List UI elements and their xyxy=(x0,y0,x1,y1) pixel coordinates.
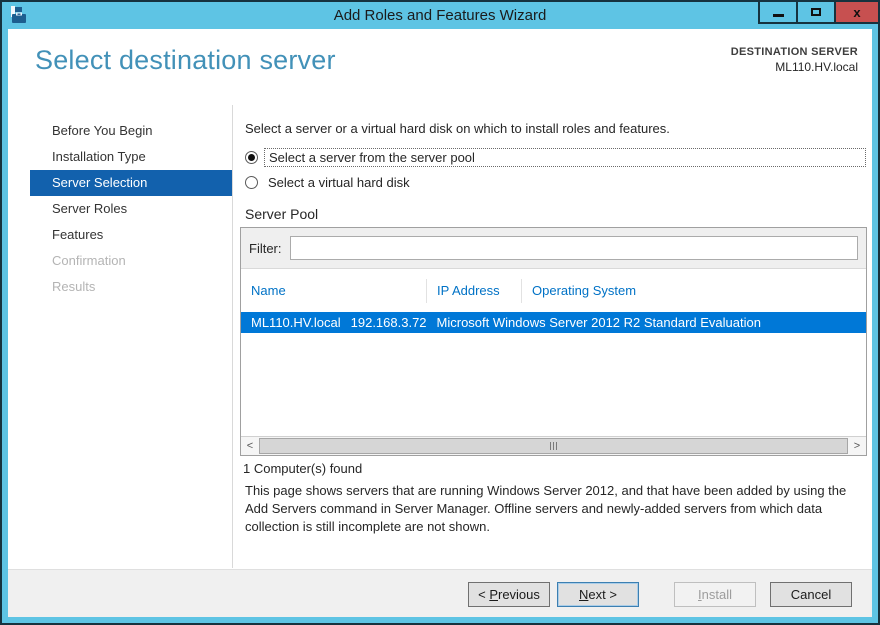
radio-selected-icon[interactable] xyxy=(245,150,258,164)
server-table-header: Name IP Address Operating System xyxy=(241,269,866,312)
server-name-cell: ML110.HV.local xyxy=(251,315,341,330)
minimize-icon xyxy=(772,13,784,17)
column-header-operating-system[interactable]: Operating System xyxy=(521,278,866,303)
scroll-right-icon: > xyxy=(853,440,861,452)
filter-label: Filter: xyxy=(249,240,282,256)
wizard-steps-nav: Before You Begin Installation Type Serve… xyxy=(8,118,232,300)
minimize-button[interactable] xyxy=(758,2,796,24)
maximize-icon xyxy=(811,8,821,16)
wizard-body: Select destination server DESTINATION SE… xyxy=(8,29,872,617)
destination-server-block: DESTINATION SERVER ML110.HV.local xyxy=(731,46,858,74)
next-button[interactable]: Next > xyxy=(557,582,639,607)
scroll-left-icon: < xyxy=(246,440,254,452)
server-ip-cell: 192.168.3.72 xyxy=(350,315,427,330)
sidebar-separator xyxy=(232,105,233,568)
sidebar-item-server-selection[interactable]: Server Selection xyxy=(30,170,232,196)
page-description: This page shows servers that are running… xyxy=(245,483,847,534)
server-pool-label: Server Pool xyxy=(245,206,319,222)
filter-bar: Filter: xyxy=(241,228,866,269)
close-icon: x xyxy=(853,4,861,20)
close-button[interactable]: x xyxy=(834,2,878,24)
sidebar-item-confirmation: Confirmation xyxy=(52,253,126,268)
cancel-button[interactable]: Cancel xyxy=(770,582,852,607)
sidebar-item-results: Results xyxy=(52,279,96,294)
server-os-cell: Microsoft Windows Server 2012 R2 Standar… xyxy=(436,315,761,330)
install-button: Install xyxy=(674,582,756,607)
intro-text: Select a server or a virtual hard disk o… xyxy=(245,121,670,136)
scroll-right-button[interactable]: > xyxy=(848,437,866,455)
server-table-row[interactable]: ML110.HV.local 192.168.3.72 Microsoft Wi… xyxy=(241,312,866,333)
radio-unselected-icon[interactable] xyxy=(245,175,258,189)
scrollbar-grip-icon xyxy=(550,442,557,450)
wizard-window: Add Roles and Features Wizard x Select d… xyxy=(0,0,880,625)
radio-option-virtual-hard-disk[interactable]: Select a virtual hard disk xyxy=(245,171,866,193)
page-title: Select destination server xyxy=(35,45,336,75)
scrollbar-thumb[interactable] xyxy=(259,438,848,454)
sidebar-item-before-you-begin[interactable]: Before You Begin xyxy=(30,118,232,144)
radio-option-virtual-hard-disk-label[interactable]: Select a virtual hard disk xyxy=(264,174,414,191)
radio-option-server-pool[interactable]: Select a server from the server pool xyxy=(245,146,866,168)
destination-server-value: ML110.HV.local xyxy=(775,60,858,74)
column-header-ip-address[interactable]: IP Address xyxy=(426,278,521,303)
horizontal-scrollbar[interactable]: < > xyxy=(241,436,866,455)
footer: < Previous Next > Install Cancel xyxy=(8,569,872,617)
titlebar: Add Roles and Features Wizard x xyxy=(2,2,878,29)
sidebar-item-server-roles[interactable]: Server Roles xyxy=(30,196,232,222)
computers-found-text: 1 Computer(s) found xyxy=(243,461,363,476)
server-table-empty-area xyxy=(241,333,866,434)
column-header-name[interactable]: Name xyxy=(241,279,426,303)
window-controls: x xyxy=(758,2,878,24)
scroll-left-button[interactable]: < xyxy=(241,437,259,455)
previous-button[interactable]: < Previous xyxy=(468,582,550,607)
radio-option-server-pool-label[interactable]: Select a server from the server pool xyxy=(264,147,866,167)
window-title: Add Roles and Features Wizard xyxy=(333,7,547,24)
maximize-button[interactable] xyxy=(796,2,834,24)
sidebar-item-features[interactable]: Features xyxy=(30,222,232,248)
sidebar-item-installation-type[interactable]: Installation Type xyxy=(30,144,232,170)
destination-server-label: DESTINATION SERVER xyxy=(730,46,858,58)
server-pool-panel: Filter: Name IP Address Operating System… xyxy=(240,227,867,456)
filter-input[interactable] xyxy=(289,236,858,260)
